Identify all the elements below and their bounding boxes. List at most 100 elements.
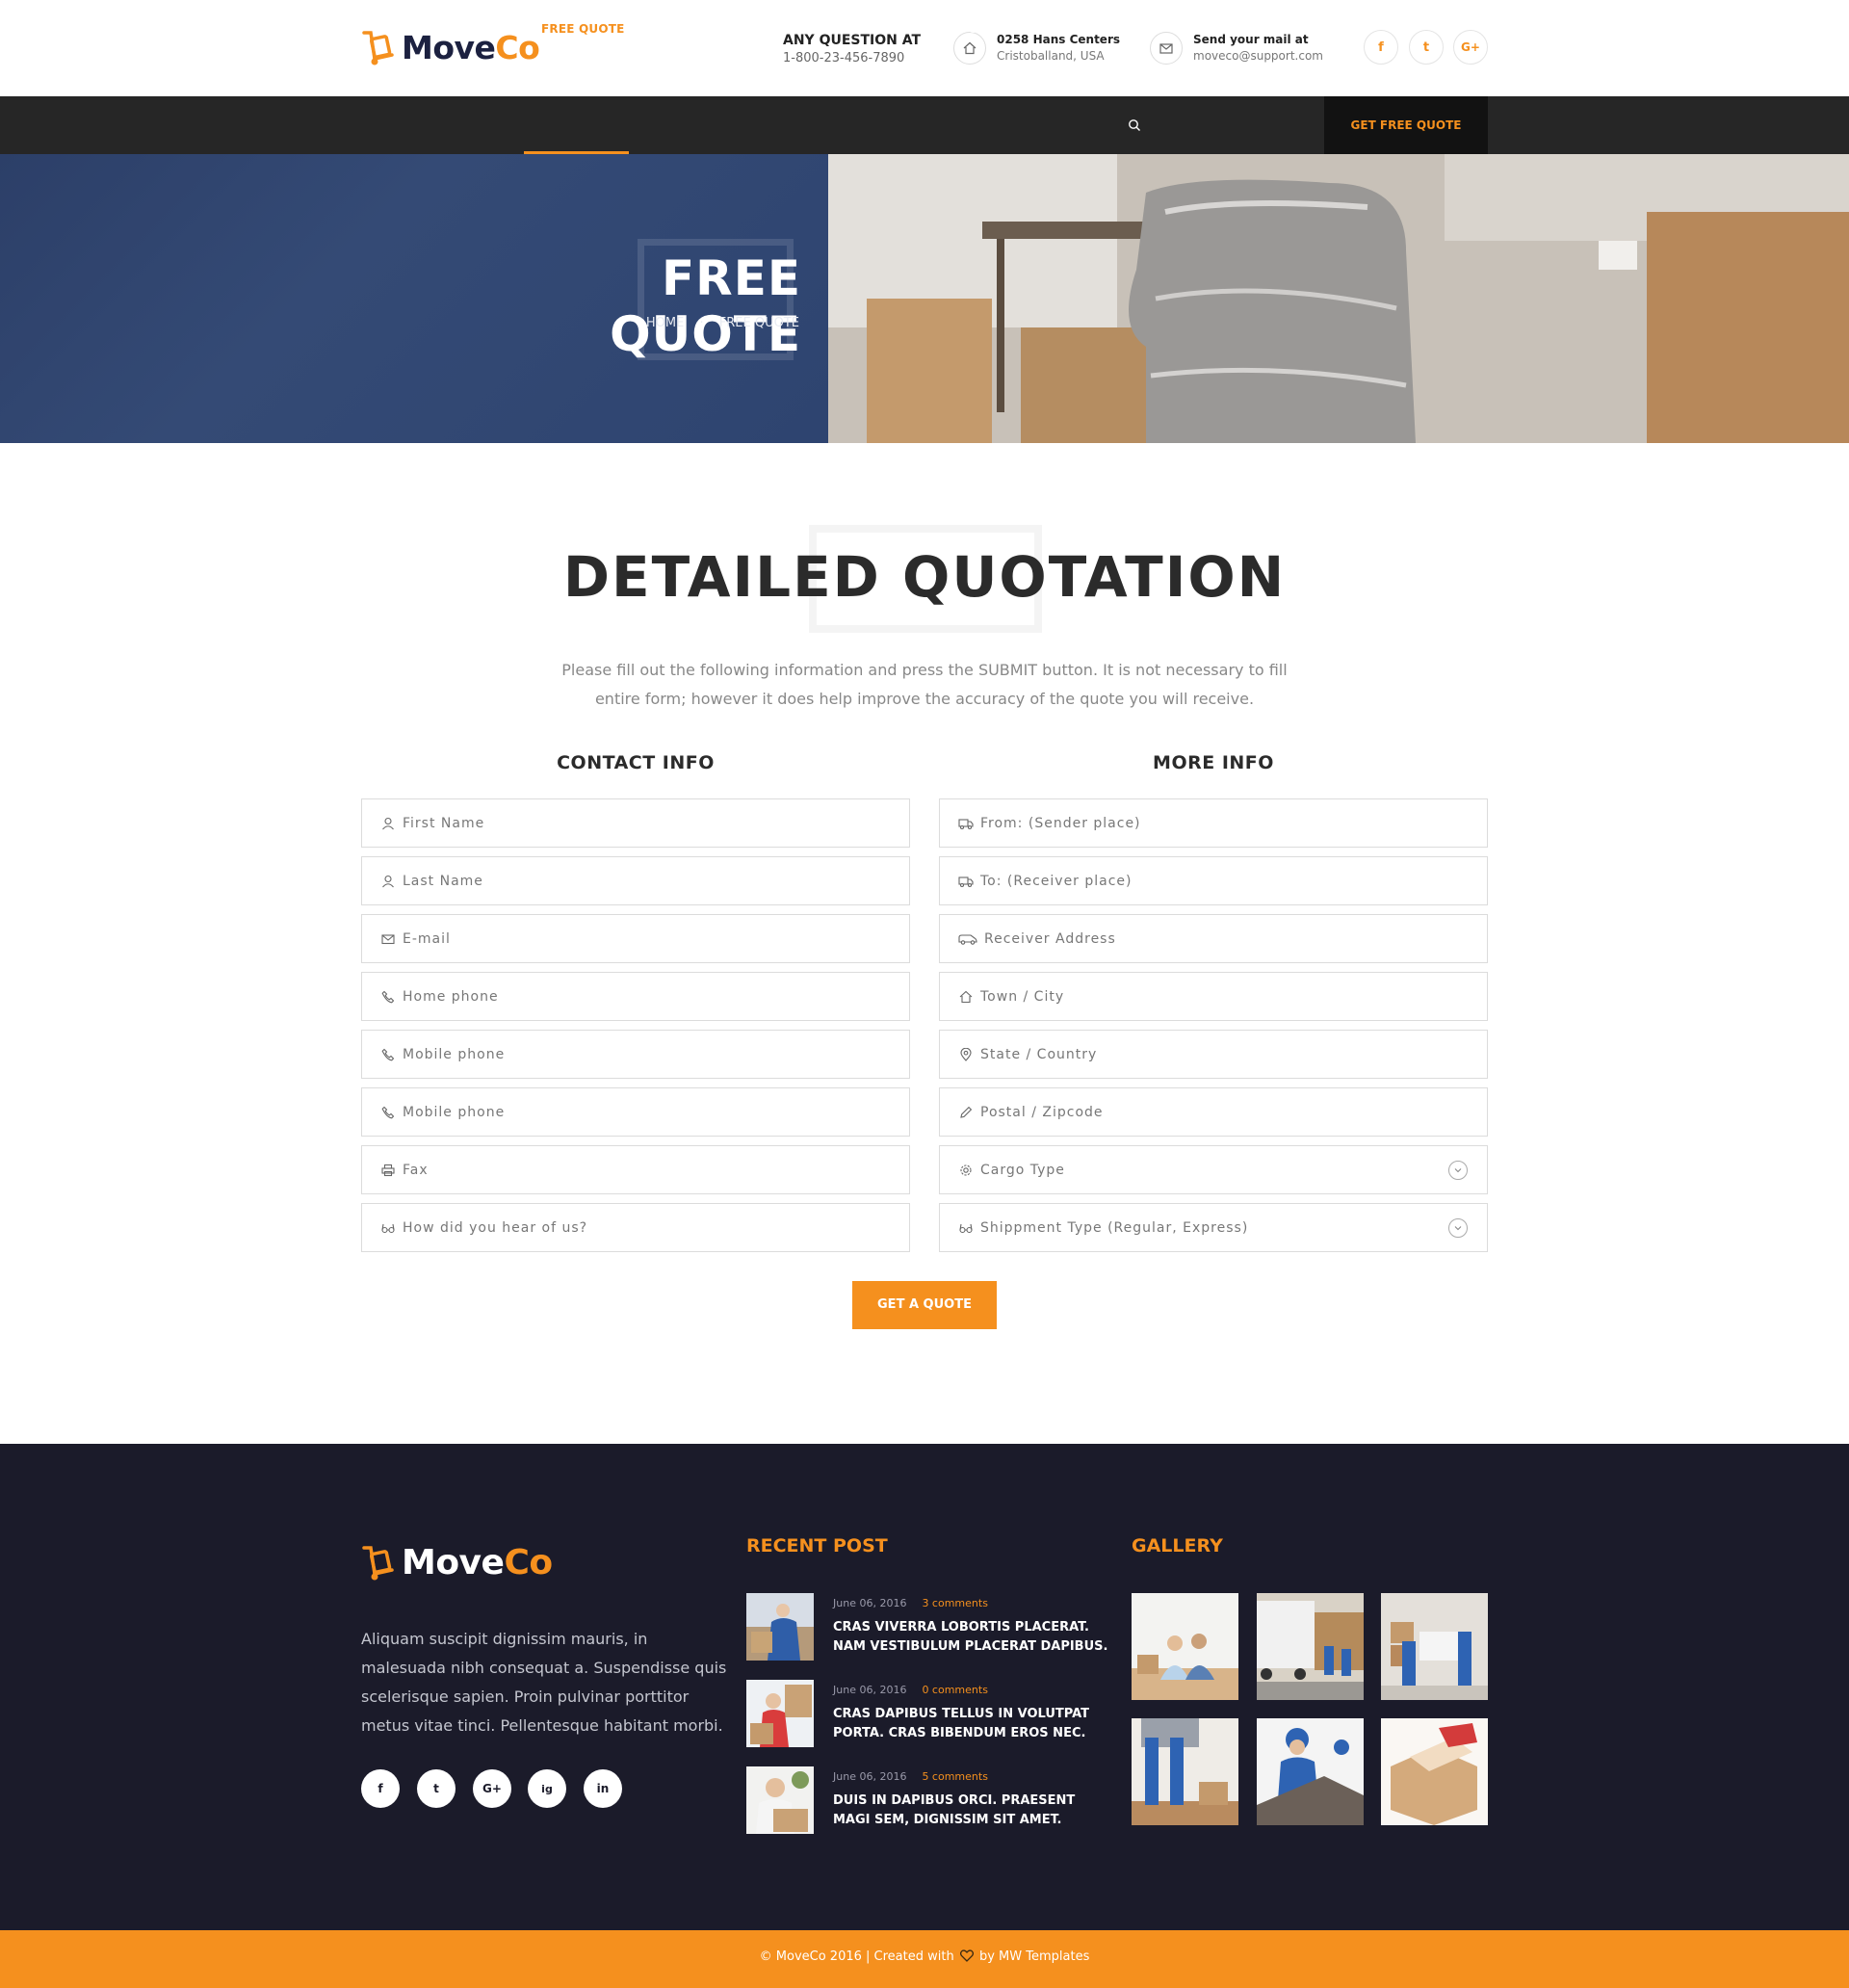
post-title[interactable]: CRAS VIVERRA LOBORTIS PLACERAT. NAM VEST… [833,1618,1112,1657]
mobile-phone-2-placeholder: Mobile phone [403,1104,506,1120]
nav-pages[interactable]: PAGES [772,0,816,58]
google-plus-icon[interactable]: G+ [1453,30,1488,65]
gallery-thumbnail[interactable] [1257,1593,1364,1700]
post-meta: June 06, 2016 5 comments [833,1770,988,1783]
top-header [0,0,1849,96]
copyright-post: by MW Templates [978,1949,1090,1964]
mobile-phone-2-field[interactable]: Mobile phone [361,1087,910,1137]
referral-placeholder: How did you hear of us? [403,1219,588,1236]
town-city-placeholder: Town / City [980,988,1065,1005]
email-field[interactable]: E-mail [361,914,910,963]
search-icon[interactable] [1128,118,1141,132]
gallery-thumbnail[interactable] [1132,1718,1238,1825]
footer-brand-part2: Co [504,1543,553,1583]
nav-home[interactable]: HOME [378,0,417,58]
cargo-type-select[interactable]: Cargo Type [939,1145,1488,1194]
breadcrumb-current: FREE QUOTE [718,316,799,330]
post-title[interactable]: CRAS DAPIBUS TELLUS IN VOLUTPAT PORTA. C… [833,1705,1112,1743]
from-place-placeholder: From: (Sender place) [980,815,1141,831]
post-comments[interactable]: 5 comments [922,1770,988,1783]
gear-icon [957,1162,975,1179]
nav-services[interactable]: SERVICES [451,0,515,58]
get-a-quote-button[interactable]: GET A QUOTE [852,1281,997,1329]
instagram-icon[interactable]: ig [528,1769,566,1808]
nav-blog[interactable]: BLOG [942,0,977,58]
to-place-placeholder: To: (Receiver place) [980,873,1133,889]
mobile-phone-field[interactable]: Mobile phone [361,1030,910,1079]
post-meta: June 06, 2016 0 comments [833,1684,988,1696]
nav-contact-us[interactable]: CONTACT US [1015,0,1099,58]
mail-address[interactable]: moveco@support.com [1193,49,1323,63]
google-plus-icon[interactable]: G+ [473,1769,511,1808]
post-date: June 06, 2016 [833,1770,907,1783]
user-icon [379,815,397,832]
home-phone-field[interactable]: Home phone [361,972,910,1021]
post-comments[interactable]: 3 comments [922,1597,988,1609]
footer-brand-part1: Move [402,1543,505,1583]
recent-post-item[interactable]: June 06, 2016 5 comments DUIS IN DAPIBUS … [746,1766,1112,1834]
breadcrumb: HOME · FREE QUOTE [616,316,799,330]
from-place-field[interactable]: From: (Sender place) [939,798,1488,848]
section-description: Please fill out the following informatio… [561,661,1288,708]
shipment-type-select[interactable]: Shippment Type (Regular, Express) [939,1203,1488,1252]
recent-post-title: RECENT POST [746,1535,888,1556]
first-name-placeholder: First Name [403,815,485,831]
envelope-icon [1150,32,1183,65]
nav-plan-moving[interactable]: PLAN MOVING [649,0,743,58]
gallery-thumbnail[interactable] [1381,1593,1488,1700]
nav-gallery[interactable]: GALLERY [850,0,909,58]
recent-post-item[interactable]: June 06, 2016 0 comments CRAS DAPIBUS TEL… [746,1680,1112,1747]
post-title[interactable]: DUIS IN DAPIBUS ORCI. PRAESENT MAGI SEM,… [833,1792,1112,1830]
to-place-field[interactable]: To: (Receiver place) [939,856,1488,905]
gallery-thumbnail[interactable] [1257,1718,1364,1825]
fax-placeholder: Fax [403,1162,429,1178]
facebook-icon[interactable]: f [361,1769,400,1808]
map-pin-icon [957,1046,975,1063]
town-city-field[interactable]: Town / City [939,972,1488,1021]
gallery-thumbnail[interactable] [1132,1593,1238,1700]
receiver-address-placeholder: Receiver Address [984,930,1116,947]
last-name-placeholder: Last Name [403,873,483,889]
linkedin-icon[interactable]: in [584,1769,622,1808]
recent-post-item[interactable]: June 06, 2016 3 comments CRAS VIVERRA LOB… [746,1593,1112,1661]
postal-zipcode-field[interactable]: Postal / Zipcode [939,1087,1488,1137]
post-thumbnail[interactable] [746,1593,814,1661]
receiver-address-field[interactable]: Receiver Address [939,914,1488,963]
last-name-field[interactable]: Last Name [361,856,910,905]
main-navigation [0,96,1849,154]
contact-info-title: CONTACT INFO [557,752,715,773]
hero-image [828,154,1849,443]
truck-icon [957,873,975,890]
post-date: June 06, 2016 [833,1597,907,1609]
mobile-phone-placeholder: Mobile phone [403,1046,506,1062]
more-info-title: MORE INFO [1153,752,1274,773]
nav-free-quote[interactable]: FREE QUOTE [541,0,625,58]
twitter-icon[interactable]: t [417,1769,456,1808]
page-title: FREE QUOTE [610,250,801,362]
get-free-quote-button[interactable]: GET FREE QUOTE [1324,96,1488,154]
envelope-icon [379,930,397,948]
copyright-pre: © MoveCo 2016 | Created with [759,1949,954,1964]
copyright-text: © MoveCo 2016 | Created with by MW Templ… [0,1949,1849,1966]
user-icon [379,873,397,890]
footer-brand-name: MoveCo [402,1543,553,1583]
facebook-icon[interactable]: f [1364,30,1398,65]
post-thumbnail[interactable] [746,1766,814,1834]
gallery-thumbnail[interactable] [1381,1718,1488,1825]
referral-field[interactable]: How did you hear of us? [361,1203,910,1252]
post-date: June 06, 2016 [833,1684,907,1696]
post-comments[interactable]: 0 comments [922,1684,988,1696]
truck-icon [957,930,978,948]
footer-logo[interactable]: MoveCo [361,1543,553,1583]
chevron-down-icon[interactable] [1448,1161,1468,1180]
state-country-placeholder: State / Country [980,1046,1098,1062]
state-country-field[interactable]: State / Country [939,1030,1488,1079]
twitter-icon[interactable]: t [1409,30,1444,65]
postal-zipcode-placeholder: Postal / Zipcode [980,1104,1104,1120]
first-name-field[interactable]: First Name [361,798,910,848]
chevron-down-icon[interactable] [1448,1218,1468,1238]
breadcrumb-home[interactable]: HOME [646,316,684,330]
breadcrumb-separator: · [699,316,704,330]
fax-field[interactable]: Fax [361,1145,910,1194]
post-thumbnail[interactable] [746,1680,814,1747]
